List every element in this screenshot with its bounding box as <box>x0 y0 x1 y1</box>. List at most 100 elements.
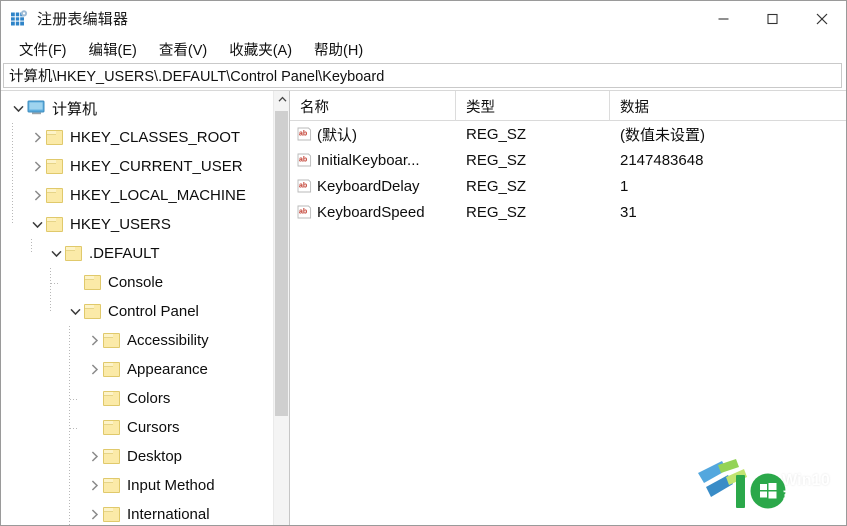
chevron-down-icon[interactable] <box>28 215 46 233</box>
chevron-right-icon[interactable] <box>85 331 103 349</box>
value-name-cell: ab (默认) <box>290 124 456 145</box>
tree-connector-line <box>12 123 13 225</box>
tree-item-appearance[interactable]: Appearance <box>1 355 273 384</box>
folder-icon <box>46 158 63 174</box>
folder-icon <box>103 390 120 406</box>
value-type: REG_SZ <box>466 177 527 195</box>
folder-icon <box>103 448 120 464</box>
folder-icon <box>103 419 120 435</box>
chevron-right-icon[interactable] <box>85 476 103 494</box>
chevron-right-icon[interactable] <box>85 447 103 465</box>
tree-item-[interactable]: 计算机 <box>1 94 273 123</box>
win10-home-logo <box>698 459 786 509</box>
registry-tree[interactable]: 计算机 HKEY_CLASSES_ROOT HKEY_CURRENT_USER HKE… <box>1 91 273 525</box>
tree-item-accessibility[interactable]: Accessibility <box>1 326 273 355</box>
tree-item-label: 计算机 <box>52 100 98 118</box>
tree-item-desktop[interactable]: Desktop <box>1 442 273 471</box>
chevron-right-icon[interactable] <box>85 360 103 378</box>
menu-bar: 文件(F) 编辑(E) 查看(V) 收藏夹(A) 帮助(H) <box>1 36 846 63</box>
tree-item-hkey-classes-root[interactable]: HKEY_CLASSES_ROOT <box>1 123 273 152</box>
tree-connector-dash <box>70 427 77 429</box>
tree-item-colors[interactable]: Colors <box>1 384 273 413</box>
scroll-thumb[interactable] <box>275 111 288 416</box>
folder-icon <box>103 477 120 493</box>
chevron-right-icon[interactable] <box>85 505 103 523</box>
svg-text:ab: ab <box>299 157 307 164</box>
string-value-icon: ab <box>297 153 312 167</box>
chevron-right-icon[interactable] <box>28 186 46 204</box>
watermark: Win10 系统之家 <box>696 457 841 523</box>
address-bar-container: 计算机\HKEY_USERS\.DEFAULT\Control Panel\Ke… <box>1 63 846 90</box>
tree-item-label: Accessibility <box>127 331 209 349</box>
chevron-down-icon[interactable] <box>9 99 27 117</box>
folder-icon <box>84 303 101 319</box>
tree-scrollbar[interactable] <box>273 91 289 525</box>
menu-item-help[interactable]: 帮助(H) <box>303 36 374 64</box>
watermark-brand-cn: 系统之家 <box>782 489 832 524</box>
column-header-data[interactable]: 数据 <box>610 91 846 121</box>
tree-connector-line <box>50 268 51 312</box>
tree-item-console[interactable]: Console <box>1 268 273 297</box>
tree-connector-line <box>69 326 70 525</box>
value-name: (默认) <box>317 126 357 144</box>
main-body: 计算机 HKEY_CLASSES_ROOT HKEY_CURRENT_USER HKE… <box>1 90 846 525</box>
scroll-up-button[interactable] <box>274 91 289 108</box>
tree-item-cursors[interactable]: Cursors <box>1 413 273 442</box>
value-data: (数值未设置) <box>620 126 705 144</box>
chevron-down-icon[interactable] <box>66 302 84 320</box>
values-column-header: 名称 类型 数据 <box>290 91 846 121</box>
column-header-name[interactable]: 名称 <box>290 91 456 121</box>
value-row[interactable]: ab InitialKeyboar... REG_SZ 2147483648 <box>290 147 846 173</box>
string-value-icon: ab <box>297 179 312 193</box>
value-row[interactable]: ab (默认) REG_SZ (数值未设置) <box>290 121 846 147</box>
column-header-type[interactable]: 类型 <box>456 91 610 121</box>
menu-item-file[interactable]: 文件(F) <box>8 36 78 64</box>
address-bar-input[interactable]: 计算机\HKEY_USERS\.DEFAULT\Control Panel\Ke… <box>3 63 842 88</box>
folder-icon <box>46 187 63 203</box>
tree-item-label: Control Panel <box>108 302 199 320</box>
close-button[interactable] <box>797 1 846 36</box>
tree-item-label: Appearance <box>127 360 208 378</box>
value-data: 2147483648 <box>620 151 704 169</box>
values-list: ab (默认) REG_SZ (数值未设置) ab InitialKeyboar... RE… <box>290 121 846 225</box>
tree-item-input-method[interactable]: Input Method <box>1 471 273 500</box>
value-name: KeyboardDelay <box>317 177 420 195</box>
value-data: 1 <box>620 177 629 195</box>
tree-item-label: Console <box>108 273 164 291</box>
tree-connector-dash <box>70 398 77 400</box>
value-row[interactable]: ab KeyboardDelay REG_SZ 1 <box>290 173 846 199</box>
minimize-button[interactable] <box>699 1 748 36</box>
maximize-button[interactable] <box>748 1 797 36</box>
menu-item-view[interactable]: 查看(V) <box>148 36 218 64</box>
folder-icon <box>65 245 82 261</box>
value-name-cell: ab InitialKeyboar... <box>290 152 456 169</box>
value-name: InitialKeyboar... <box>317 151 420 169</box>
tree-connector-line <box>31 239 32 254</box>
svg-text:ab: ab <box>299 131 307 138</box>
chevron-right-icon[interactable] <box>28 157 46 175</box>
menu-item-favorites[interactable]: 收藏夹(A) <box>218 36 303 64</box>
tree-item-default[interactable]: .DEFAULT <box>1 239 273 268</box>
tree-item-control-panel[interactable]: Control Panel <box>1 297 273 326</box>
folder-icon <box>46 129 63 145</box>
tree-item-hkey-local-machine[interactable]: HKEY_LOCAL_MACHINE <box>1 181 273 210</box>
string-value-icon: ab <box>297 127 312 141</box>
watermark-brand-en: Win10 <box>782 472 830 489</box>
computer-icon <box>27 100 46 116</box>
registry-editor-icon <box>10 9 28 28</box>
string-value-icon: ab <box>297 205 312 219</box>
folder-icon <box>46 216 63 232</box>
tree-item-label: Input Method <box>127 476 215 494</box>
menu-item-edit[interactable]: 编辑(E) <box>78 36 148 64</box>
chevron-down-icon[interactable] <box>47 244 65 262</box>
tree-item-label: HKEY_USERS <box>70 215 171 233</box>
tree-item-international[interactable]: International <box>1 500 273 525</box>
value-row[interactable]: ab KeyboardSpeed REG_SZ 31 <box>290 199 846 225</box>
chevron-right-icon[interactable] <box>28 128 46 146</box>
tree-item-hkey-current-user[interactable]: HKEY_CURRENT_USER <box>1 152 273 181</box>
value-data: 31 <box>620 203 637 221</box>
tree-item-label: HKEY_CLASSES_ROOT <box>70 128 241 146</box>
tree-item-hkey-users[interactable]: HKEY_USERS <box>1 210 273 239</box>
